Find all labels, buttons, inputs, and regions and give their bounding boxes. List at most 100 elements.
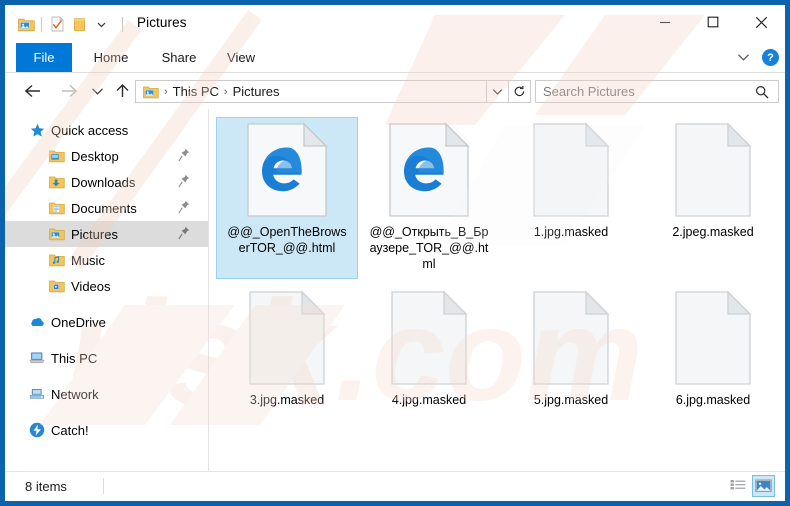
blank-file-icon [665,290,761,386]
file-grid: @@_OpenTheBrowserTOR_@@.html @@_Открыть_… [216,117,785,421]
expand-ribbon-chevron-down-icon[interactable] [734,49,752,67]
tab-share[interactable]: Share [149,43,209,72]
status-separator [103,478,104,494]
address-bar[interactable]: › This PC › Pictures [135,80,487,103]
music-folder-icon [49,252,65,268]
edge-html-file-icon [239,122,335,218]
videos-folder-icon [49,278,65,294]
tab-view[interactable]: View [213,43,269,72]
catch-icon [29,422,45,438]
sidebar-label: Quick access [51,122,129,138]
blank-file-icon [665,122,761,218]
sidebar-item-this-pc[interactable]: This PC [5,345,208,371]
file-name: 4.jpg.masked [391,393,467,407]
sidebar-label: Desktop [71,148,119,164]
sidebar-item-downloads[interactable]: Downloads [5,169,208,195]
edge-html-file-icon [381,122,477,218]
file-item[interactable]: 4.jpg.masked [358,285,500,415]
refresh-icon[interactable] [509,80,531,103]
new-folder-icon[interactable] [68,13,90,35]
pin-icon[interactable] [178,148,190,165]
breadcrumb-pictures-folder-icon[interactable] [140,85,162,99]
item-count-label: 8 items [25,479,67,494]
downloads-folder-icon [49,174,65,190]
pictures-folder-icon[interactable] [15,13,37,35]
status-bar: 8 items [5,471,785,501]
sidebar-label: Catch! [51,422,89,438]
close-button[interactable] [737,5,785,39]
details-view-button[interactable] [726,475,749,497]
search-icon[interactable] [755,85,778,99]
file-name: 1.jpg.masked [533,225,609,239]
address-bar-row: › This PC › Pictures Search Pictures [5,73,785,109]
breadcrumb-separator: › [223,85,228,98]
sidebar-item-onedrive[interactable]: OneDrive [5,309,208,335]
file-item[interactable]: 6.jpg.masked [642,285,784,415]
tab-home[interactable]: Home [81,43,141,72]
title-separator [122,16,123,32]
pin-icon[interactable] [178,226,190,243]
file-item[interactable]: 3.jpg.masked [216,285,358,415]
file-name: 5.jpg.masked [533,393,609,407]
sidebar-item-quick-access[interactable]: Quick access [5,117,208,143]
breadcrumb: › This PC › Pictures [136,84,283,99]
address-dropdown-chevron-down-icon[interactable] [487,80,509,103]
file-item[interactable]: 2.jpeg.masked [642,117,784,279]
window-title: Pictures [137,15,187,30]
file-item[interactable]: @@_OpenTheBrowserTOR_@@.html [216,117,358,279]
breadcrumb-this-pc[interactable]: This PC [170,84,222,99]
sidebar-label: Network [51,386,99,402]
blank-file-icon [523,122,619,218]
sidebar-item-network[interactable]: Network [5,381,208,407]
view-mode-buttons [726,475,775,497]
onedrive-cloud-icon [29,314,45,330]
title-bar: Pictures [5,5,785,43]
ribbon-right-controls: ? [734,44,779,71]
minimize-button[interactable] [641,5,689,39]
breadcrumb-pictures[interactable]: Pictures [230,84,283,99]
desktop-folder-icon [49,148,65,164]
sidebar-item-music[interactable]: Music [5,247,208,273]
file-name: @@_OpenTheBrowserTOR_@@.html [227,225,347,255]
main-area: Quick access Desktop Downloads Documents… [5,109,785,472]
file-item[interactable]: 5.jpg.masked [500,285,642,415]
qat-separator [41,16,42,32]
tab-file[interactable]: File [16,43,72,72]
up-button[interactable] [110,79,134,103]
forward-button[interactable] [57,79,81,103]
navigation-pane: Quick access Desktop Downloads Documents… [5,109,209,472]
blank-file-icon [381,290,477,386]
file-item[interactable]: @@_Открыть_В_Браузере_TOR_@@.html [358,117,500,279]
help-button[interactable]: ? [762,49,779,66]
pin-icon[interactable] [178,174,190,191]
maximize-button[interactable] [689,5,737,39]
window-controls [641,5,785,39]
large-icons-view-button[interactable] [752,475,775,497]
sidebar-label: Videos [71,278,111,294]
quick-access-toolbar [15,12,127,36]
sidebar-label: OneDrive [51,314,106,330]
file-list-view[interactable]: @@_OpenTheBrowserTOR_@@.html @@_Открыть_… [210,109,785,472]
blank-file-icon [239,290,335,386]
sidebar-item-desktop[interactable]: Desktop [5,143,208,169]
sidebar-label: Downloads [71,174,136,190]
back-button[interactable] [21,79,45,103]
ribbon-tab-bar: File Home Share View ? [5,43,785,73]
sidebar-item-pictures[interactable]: Pictures [5,221,208,247]
pin-icon[interactable] [178,200,190,217]
this-pc-icon [29,350,45,366]
pictures-folder-icon [49,226,65,242]
file-item[interactable]: 1.jpg.masked [500,117,642,279]
recent-locations-chevron-down-icon[interactable] [85,79,109,103]
network-icon [29,386,45,402]
documents-folder-icon [49,200,65,216]
properties-checkmark-icon[interactable] [46,13,68,35]
sidebar-item-catch[interactable]: Catch! [5,417,208,443]
sidebar-item-documents[interactable]: Documents [5,195,208,221]
star-icon [29,122,45,138]
customize-qat-chevron-down-icon[interactable] [90,13,112,35]
sidebar-item-videos[interactable]: Videos [5,273,208,299]
search-input[interactable]: Search Pictures [535,80,779,103]
